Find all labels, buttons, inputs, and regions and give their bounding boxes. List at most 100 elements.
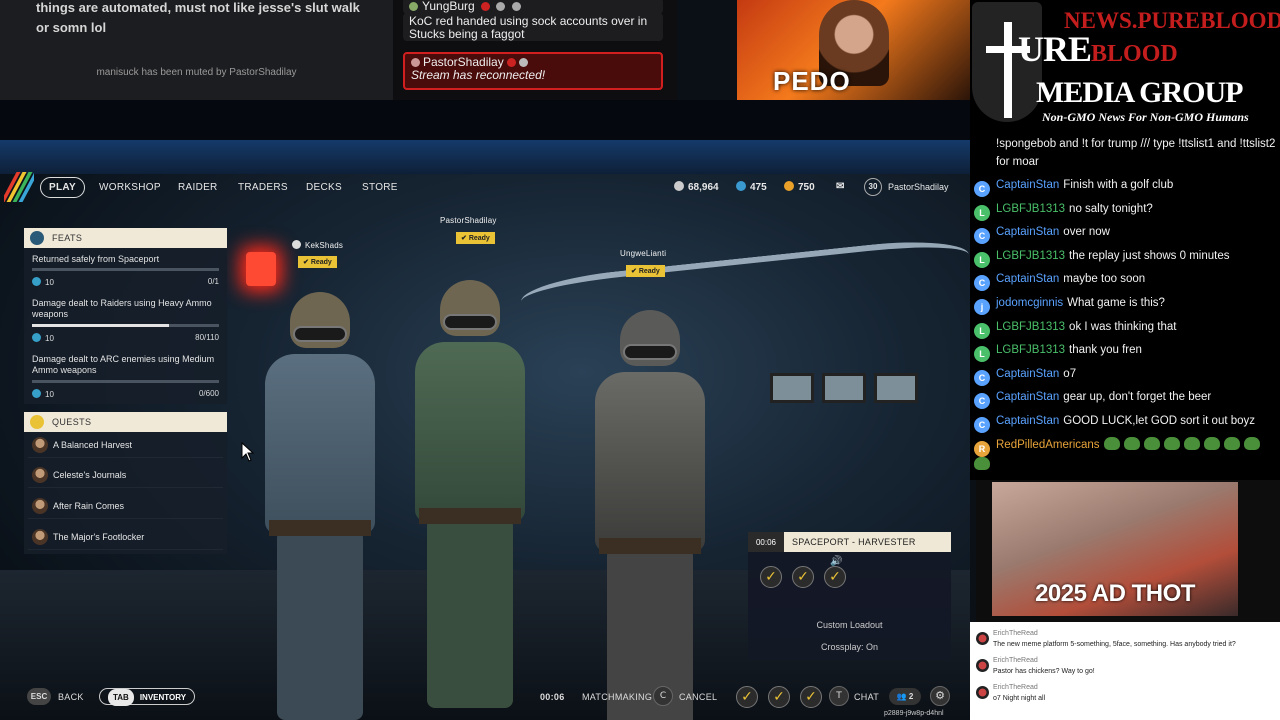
- chat-username[interactable]: LGBFJB1313: [996, 344, 1065, 356]
- cancel-button[interactable]: CANCEL: [679, 692, 717, 702]
- feat-progress: 0/1: [207, 277, 219, 286]
- chat-username[interactable]: RedPilledAmericans: [996, 439, 1100, 451]
- mini-chat-text: o7 Night night all: [993, 695, 1046, 702]
- feat-item: Damage dealt to Raiders using Heavy Ammo…: [32, 298, 219, 343]
- user-badge-icon: [409, 2, 418, 12]
- reconnect-bubble: PastorShadilay Stream has reconnected!: [403, 52, 663, 90]
- top-gradient: [0, 140, 970, 174]
- mail-icon[interactable]: ✉: [836, 181, 844, 192]
- player-name: KekShads: [292, 240, 343, 250]
- raider-torso: [415, 342, 525, 522]
- cred-icon: [736, 181, 746, 191]
- avatar: C: [974, 369, 990, 386]
- cancel-key[interactable]: C: [653, 686, 673, 706]
- nav-raider[interactable]: RAIDER: [178, 182, 218, 193]
- chat-username[interactable]: LGBFJB1313: [996, 203, 1065, 215]
- raider-legs: [277, 530, 363, 720]
- nav-traders[interactable]: TRADERS: [238, 182, 288, 193]
- chat-username[interactable]: CaptainStan: [996, 391, 1059, 403]
- ad-caption: 2025 AD THOT: [1035, 580, 1195, 607]
- chat-username[interactable]: CaptainStan: [996, 415, 1059, 427]
- loadout-label[interactable]: Custom Loadout: [748, 620, 951, 630]
- pepe-emote-icon: [1143, 436, 1160, 450]
- video-thumbnail: PEDO: [737, 0, 970, 100]
- ready-check-icon: ✓: [824, 566, 846, 588]
- scene-screen: [874, 373, 918, 403]
- chat-text: the replay just shows 0 minutes: [1069, 249, 1230, 262]
- tab-key: TAB: [107, 689, 134, 706]
- chat-message: j jodomcginnis What game is this?: [974, 295, 1276, 315]
- chat-username[interactable]: CaptainStan: [996, 179, 1059, 191]
- player-avatar: [292, 240, 301, 249]
- quests-list: A Balanced Harvest Celeste's Journals Af…: [24, 432, 227, 554]
- nav-store[interactable]: STORE: [362, 182, 398, 193]
- scene-structure: [519, 234, 970, 322]
- nav-decks[interactable]: DECKS: [306, 182, 342, 193]
- chat-username[interactable]: CaptainStan: [996, 368, 1059, 380]
- verified-icon: [506, 58, 516, 68]
- coins-balance: 68,964: [674, 181, 719, 193]
- chat-text: thank you fren: [1069, 344, 1142, 357]
- raider-belt: [269, 520, 371, 536]
- chat-message: R RedPilledAmericans: [974, 436, 1276, 475]
- inventory-label: INVENTORY: [139, 693, 187, 702]
- raider-belt: [419, 508, 521, 524]
- nav-workshop[interactable]: WORKSHOP: [99, 182, 161, 193]
- thumbnail-caption: PEDO: [773, 66, 851, 96]
- chat-username[interactable]: jodomcginnis: [996, 297, 1063, 309]
- party-button[interactable]: 👥 2: [889, 688, 921, 705]
- raider-goggles: [443, 314, 497, 330]
- player-username[interactable]: PastorShadilay: [888, 182, 949, 192]
- pepe-emote-icon: [974, 456, 990, 470]
- chat-message: L LGBFJB1313 the replay just shows 0 minut…: [974, 248, 1276, 268]
- chat-username[interactable]: CaptainStan: [996, 273, 1059, 285]
- game-nav-bar: PLAY WORKSHOP RAIDER TRADERS DECKS STORE…: [0, 172, 970, 202]
- raider-belt: [599, 538, 701, 554]
- avatar: [976, 659, 989, 672]
- logo-title: UREBLOOD: [1018, 29, 1178, 69]
- feats-list: Returned safely from Spaceport 10 0/1 Da…: [24, 248, 227, 404]
- avatar: C: [974, 228, 990, 245]
- quest-item[interactable]: The Major's Footlocker: [28, 524, 223, 550]
- crossplay-label[interactable]: Crossplay: On: [748, 642, 951, 652]
- party-icon: 👥: [896, 692, 907, 701]
- tokens-balance: 750: [784, 181, 815, 193]
- chat-text: no salty tonight?: [1069, 202, 1153, 215]
- back-button[interactable]: BACK: [58, 692, 84, 702]
- shield-icon: [496, 2, 506, 12]
- chat-username[interactable]: LGBFJB1313: [996, 321, 1065, 333]
- ad-banner[interactable]: 2025 AD THOT: [976, 480, 1280, 622]
- ready-badge: ✔ Ready: [626, 265, 665, 277]
- settings-gear-icon[interactable]: ⚙: [930, 686, 950, 706]
- feat-points: 10: [32, 333, 54, 343]
- inventory-button[interactable]: TAB INVENTORY: [99, 688, 195, 706]
- quest-item[interactable]: A Balanced Harvest: [28, 432, 223, 458]
- quest-item[interactable]: After Rain Comes: [28, 493, 223, 519]
- quest-giver-avatar: [32, 529, 48, 545]
- chat-username[interactable]: CaptainStan: [996, 226, 1059, 238]
- raider-torso: [265, 354, 375, 534]
- chat-button[interactable]: CHAT: [854, 692, 879, 702]
- raider-legs: [427, 518, 513, 708]
- feat-progress-bar: [32, 268, 219, 271]
- feats-header: FEATS: [24, 228, 227, 248]
- raider-character: [585, 310, 715, 720]
- muted-notice: manisuck has been muted by PastorShadila…: [96, 67, 297, 78]
- raider-character: [255, 292, 385, 720]
- chat-key[interactable]: T: [829, 686, 849, 706]
- esc-key[interactable]: ESC: [27, 688, 51, 705]
- pepe-emote-icon: [1123, 436, 1140, 450]
- chat-username[interactable]: LGBFJB1313: [996, 250, 1065, 262]
- feat-label: Damage dealt to ARC enemies using Medium…: [32, 354, 215, 376]
- player-name: UngweLianti: [620, 249, 667, 258]
- quest-item[interactable]: Celeste's Journals: [28, 462, 223, 488]
- raider-goggles: [623, 344, 677, 360]
- avatar: j: [974, 299, 990, 315]
- nav-play[interactable]: PLAY: [40, 177, 85, 198]
- chat-text: GOOD LUCK,let GOD sort it out boyz: [1063, 415, 1256, 427]
- chat-message: L LGBFJB1313 no salty tonight?: [974, 201, 1276, 221]
- raider-torso: [595, 372, 705, 552]
- game-logo-icon: [4, 172, 34, 202]
- feat-progress: 80/110: [195, 333, 219, 342]
- avatar: C: [974, 393, 990, 410]
